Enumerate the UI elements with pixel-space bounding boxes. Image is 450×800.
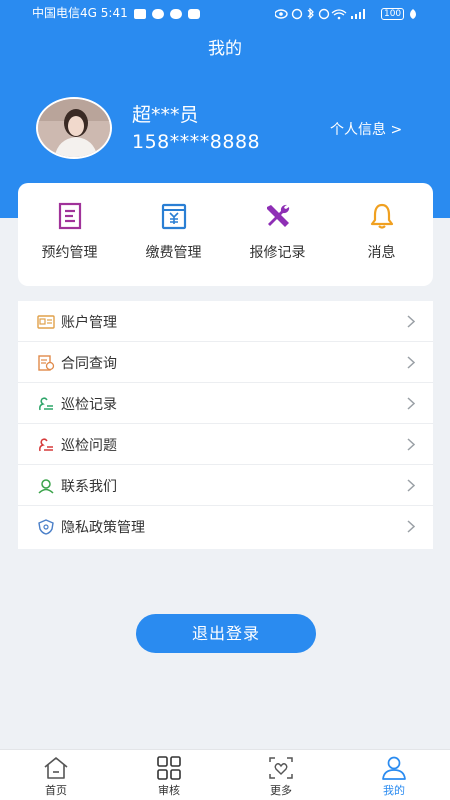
quick-action-messages[interactable]: 消息 (330, 201, 433, 262)
carrier-label: 中国电信4G (32, 6, 97, 20)
menu-item-label: 合同查询 (61, 356, 117, 372)
menu-item-inspection-records[interactable]: 巡检记录 (18, 383, 433, 424)
contract-icon (38, 355, 55, 371)
document-list-icon (58, 202, 81, 230)
status-bar-left: 中国电信4G 5:41 (32, 0, 214, 26)
tab-label: 我的 (383, 784, 405, 797)
menu-item-label: 巡检问题 (61, 438, 117, 454)
tab-label: 首页 (45, 784, 67, 797)
menu-item-contact-us[interactable]: 联系我们 (18, 465, 433, 506)
battery-indicator: 100 (380, 7, 405, 20)
quick-action-label: 缴费管理 (145, 245, 202, 261)
menu-item-label: 账户管理 (61, 315, 117, 331)
home-icon (44, 757, 68, 779)
chevron-right-icon (407, 479, 415, 492)
contact-person-icon (38, 479, 54, 494)
bell-icon (370, 203, 393, 229)
chevron-right-icon (407, 520, 415, 533)
menu-item-privacy-policy[interactable]: 隐私政策管理 (18, 506, 433, 547)
leaf-icon (410, 8, 416, 19)
clock-label: 5:41 (100, 6, 128, 20)
user-phone: 158****8888 (132, 131, 261, 153)
personal-info-link[interactable]: 个人信息 > (330, 119, 402, 139)
tab-mine[interactable]: 我的 (364, 756, 424, 798)
chevron-right-icon (407, 356, 415, 369)
profile-icon (382, 756, 406, 780)
tab-label: 审核 (158, 784, 180, 797)
chevron-right-icon (407, 397, 415, 410)
quick-action-payment[interactable]: 缴费管理 (122, 201, 225, 262)
grid-icon (157, 756, 181, 780)
scan-heart-icon (269, 757, 293, 779)
menu-item-account[interactable]: 账户管理 (18, 301, 433, 342)
menu-item-contract[interactable]: 合同查询 (18, 342, 433, 383)
notification-icons (133, 8, 200, 19)
avatar-photo (38, 99, 110, 157)
menu-item-label: 联系我们 (61, 479, 117, 495)
tab-label: 更多 (270, 784, 292, 797)
system-status-icons (275, 7, 366, 19)
quick-action-label: 报修记录 (249, 245, 306, 261)
menu-item-inspection-issues[interactable]: 巡检问题 (18, 424, 433, 465)
user-name: 超***员 (132, 104, 199, 126)
tab-home[interactable]: 首页 (26, 756, 86, 798)
chevron-right-icon (407, 315, 415, 328)
quick-action-appointment[interactable]: 预约管理 (18, 201, 121, 262)
wrench-screwdriver-icon (266, 204, 289, 227)
tab-review[interactable]: 审核 (139, 756, 199, 798)
tab-more[interactable]: 更多 (251, 756, 311, 798)
chevron-right-icon (407, 438, 415, 451)
page-title: 我的 (208, 39, 242, 59)
avatar[interactable] (36, 97, 112, 159)
settings-menu: 账户管理 合同查询 巡检记录 巡检问题 联系我们 隐私政策管理 (18, 301, 433, 549)
quick-action-repair-records[interactable]: 报修记录 (226, 201, 329, 262)
logout-button[interactable]: 退出登录 (136, 614, 316, 653)
quick-actions-card: 预约管理 缴费管理 报修记录 消息 (18, 183, 433, 286)
privacy-shield-icon (38, 519, 54, 535)
inspection-record-icon (39, 397, 53, 411)
quick-action-label: 消息 (367, 245, 396, 261)
menu-item-label: 巡检记录 (61, 397, 117, 413)
id-card-icon (37, 315, 55, 329)
receipt-yen-icon (161, 203, 186, 230)
battery-level: 100 (383, 8, 402, 19)
bottom-tab-bar: 首页 审核 更多 我的 (0, 749, 450, 800)
quick-action-label: 预约管理 (41, 245, 98, 261)
inspection-issue-icon (39, 438, 53, 452)
status-bar-right: 100 (275, 0, 418, 26)
status-bar: 中国电信4G 5:41 100 (0, 0, 450, 26)
menu-item-label: 隐私政策管理 (61, 520, 145, 536)
